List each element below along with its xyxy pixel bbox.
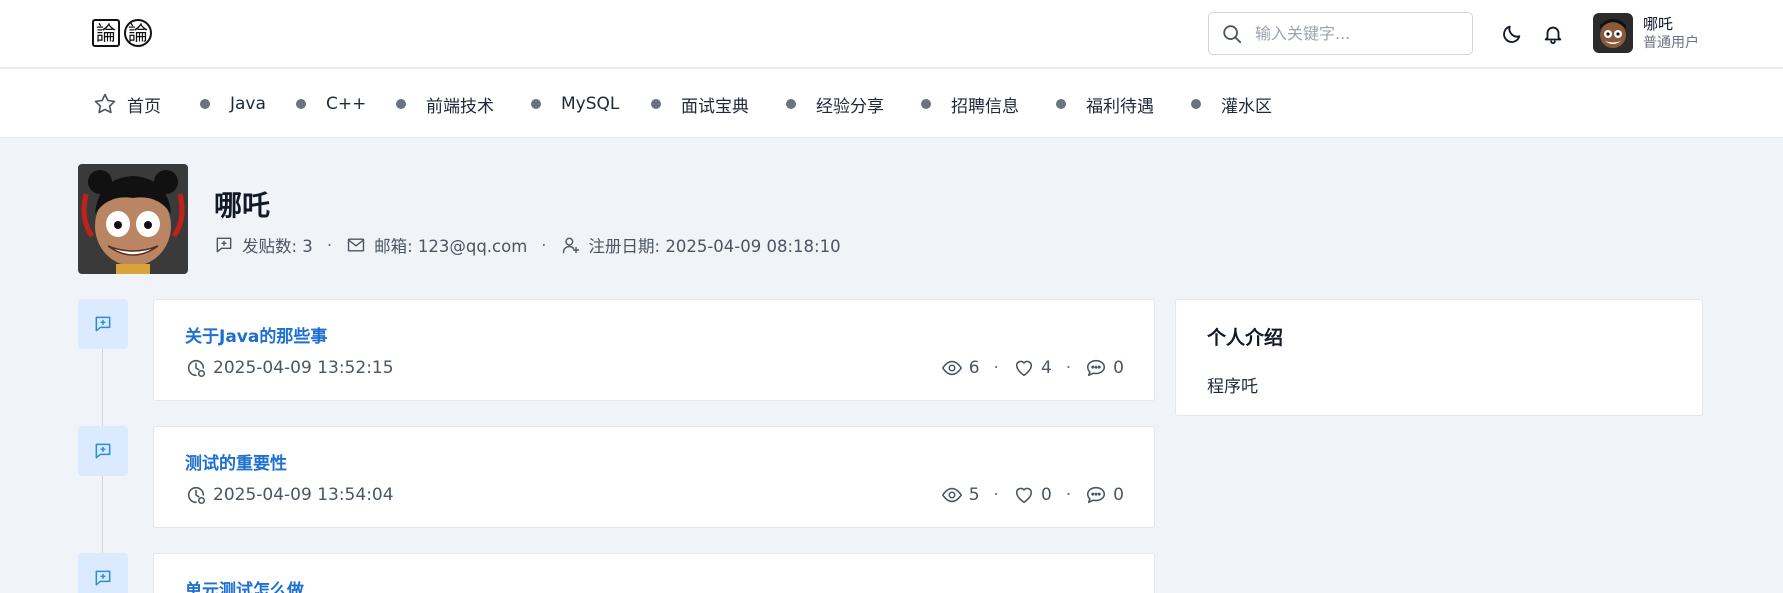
separator: ·: [1065, 485, 1072, 505]
nav-item-home[interactable]: 首页: [93, 92, 161, 117]
nav-item-frontend[interactable]: 前端技术: [396, 92, 494, 117]
nav-item-label: 灌水区: [1221, 96, 1272, 117]
intro-text: 程序吒: [1207, 377, 1258, 397]
post-title-link[interactable]: 关于Java的那些事: [185, 322, 327, 347]
notifications-button[interactable]: [1541, 22, 1565, 46]
nav-item-label: Java: [230, 94, 266, 114]
theme-toggle-button[interactable]: [1500, 22, 1524, 46]
clock-icon: [187, 486, 206, 505]
timeline-marker: [78, 299, 128, 349]
post-card[interactable]: 测试的重要性 2025-04-09 13:54:04 5 · 0 · 0: [153, 426, 1155, 528]
comment-count[interactable]: 0: [1085, 484, 1124, 506]
clock-icon: [187, 359, 206, 378]
search-icon: [1223, 24, 1242, 43]
view-count: 5: [941, 484, 980, 506]
moon-icon: [1503, 25, 1521, 43]
nav-item-jobs[interactable]: 招聘信息: [921, 92, 1019, 117]
post-card[interactable]: 单元测试怎么做: [153, 553, 1155, 593]
mail-icon: [347, 238, 365, 252]
separator: ·: [993, 485, 999, 505]
user-menu[interactable]: 哪吒 普通用户: [1593, 13, 1699, 53]
message-plus-icon: [95, 316, 111, 332]
eye-icon: [941, 360, 962, 376]
intro-card: 个人介绍 程序吒: [1175, 299, 1703, 416]
bell-icon: [1544, 26, 1562, 45]
category-nav: 首页 Java C++ 前端技术 MySQL 面试宝典 经验分享 招聘信息 福利…: [0, 69, 1783, 138]
nav-item-java[interactable]: Java: [200, 92, 266, 116]
comment-icon: [1087, 486, 1106, 504]
profile-avatar: [78, 164, 188, 274]
post-date: 2025-04-09 13:54:04: [185, 484, 394, 506]
nav-item-label: 前端技术: [426, 96, 494, 117]
email: 邮箱: 123@qq.com: [346, 233, 527, 257]
view-count: 6: [941, 357, 980, 379]
bullet-dot: [531, 99, 541, 109]
post-count: 发贴数: 3: [214, 233, 313, 257]
star-icon: [94, 93, 116, 114]
separator: ·: [326, 235, 333, 255]
comment-count[interactable]: 0: [1085, 357, 1124, 379]
user-plus-icon: [562, 237, 579, 254]
nav-item-label: 招聘信息: [951, 96, 1019, 117]
post-date: 2025-04-09 13:52:15: [185, 357, 394, 379]
separator: ·: [1065, 358, 1072, 378]
comment-icon: [1087, 359, 1106, 377]
eye-icon: [941, 487, 962, 503]
timeline-marker: [78, 553, 128, 593]
nav-item-label: 福利待遇: [1086, 96, 1154, 117]
profile-meta: 发贴数: 3 · 邮箱: 123@qq.com · 注册日期: 2025-04-…: [214, 233, 841, 257]
site-logo[interactable]: 論 論: [92, 19, 152, 47]
bullet-dot: [296, 99, 306, 109]
message-plus-icon: [95, 570, 111, 586]
user-name: 哪吒: [1643, 15, 1674, 33]
post-stats: 6 · 4 · 0: [941, 357, 1124, 379]
bullet-dot: [651, 99, 661, 109]
search-input[interactable]: [1255, 24, 1455, 43]
nav-item-chat[interactable]: 灌水区: [1191, 92, 1272, 117]
bullet-dot: [396, 99, 406, 109]
like-count[interactable]: 0: [1013, 484, 1052, 506]
intro-title: 个人介绍: [1207, 327, 1284, 349]
message-plus-icon: [216, 237, 232, 253]
search-box[interactable]: [1208, 12, 1473, 55]
heart-icon: [1015, 487, 1033, 504]
nav-item-experience[interactable]: 经验分享: [786, 92, 884, 117]
avatar: [1593, 13, 1633, 53]
nav-item-label: 首页: [127, 96, 161, 117]
nav-item-label: C++: [326, 94, 367, 114]
nav-item-label: 经验分享: [816, 96, 884, 117]
logo-glyph: 論: [92, 19, 120, 47]
post-title-link[interactable]: 单元测试怎么做: [185, 576, 304, 593]
bullet-dot: [1191, 99, 1201, 109]
nav-item-label: 面试宝典: [681, 96, 749, 117]
timeline-marker: [78, 426, 128, 476]
top-bar: 論 論 哪吒 普通用户: [0, 0, 1783, 68]
bullet-dot: [786, 99, 796, 109]
nav-item-mysql[interactable]: MySQL: [531, 92, 619, 116]
profile-name: 哪吒: [214, 189, 271, 222]
bullet-dot: [1056, 99, 1066, 109]
nav-item-cpp[interactable]: C++: [296, 92, 366, 116]
like-count[interactable]: 4: [1013, 357, 1052, 379]
heart-icon: [1015, 360, 1033, 377]
post-card[interactable]: 关于Java的那些事 2025-04-09 13:52:15 6 · 4 · 0: [153, 299, 1155, 401]
nav-item-benefits[interactable]: 福利待遇: [1056, 92, 1154, 117]
post-stats: 5 · 0 · 0: [941, 484, 1124, 506]
user-role: 普通用户: [1643, 35, 1699, 51]
logo-glyph: 論: [124, 19, 152, 47]
nav-item-label: MySQL: [561, 94, 620, 114]
register-date: 注册日期: 2025-04-09 08:18:10: [561, 233, 841, 257]
bullet-dot: [921, 99, 931, 109]
separator: ·: [993, 358, 999, 378]
message-plus-icon: [95, 443, 111, 459]
nav-item-interview[interactable]: 面试宝典: [651, 92, 749, 117]
separator: ·: [541, 235, 547, 255]
post-title-link[interactable]: 测试的重要性: [185, 449, 287, 474]
bullet-dot: [200, 99, 210, 109]
